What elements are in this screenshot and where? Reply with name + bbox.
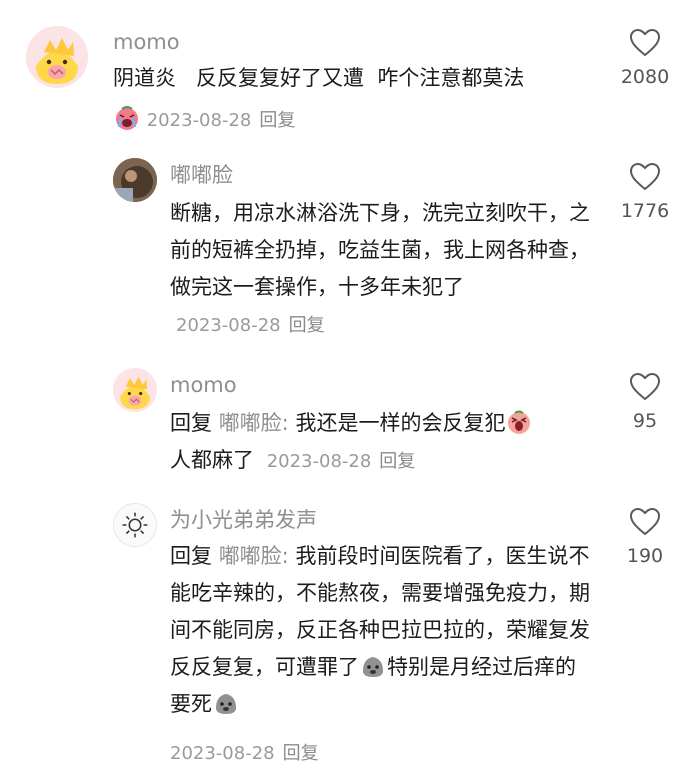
reply-prefix: 回复	[170, 544, 212, 568]
comment-meta: 2023-08-28 回复	[267, 451, 416, 472]
username[interactable]: momo	[113, 28, 180, 56]
avatar[interactable]	[113, 503, 157, 547]
avatar[interactable]	[26, 26, 88, 88]
like-count: 1776	[620, 200, 670, 222]
comment-body: 人都麻了	[170, 448, 254, 472]
sun-avatar-icon	[114, 504, 156, 546]
reply-link[interactable]: 回复	[283, 743, 319, 764]
reply-link[interactable]: 回复	[379, 451, 415, 472]
reply-link[interactable]: 回复	[259, 110, 295, 131]
rock-face-emoji-icon	[213, 690, 239, 716]
like-count: 2080	[620, 66, 670, 88]
cartoon-avatar-icon	[26, 26, 88, 88]
comment-body: 我还是一样的会反复犯	[295, 411, 506, 435]
comment-meta: 2023-08-28 回复	[170, 739, 319, 765]
reply-target-user[interactable]: 嘟嘟脸:	[219, 411, 289, 435]
comment-body: 阴道炎 反反复复好了又遭 咋个注意都莫法	[113, 66, 525, 90]
reply-item: 为小光弟弟发声 回复 嘟嘟脸: 我前段时间医院看了，医生说不能吃辛辣的，不能熬夜…	[0, 495, 690, 778]
heart-icon	[629, 28, 661, 57]
rock-face-emoji-icon	[360, 653, 386, 679]
comment-date: 2023-08-28	[176, 315, 281, 336]
username[interactable]: momo	[170, 371, 237, 399]
comment-date: 2023-08-28	[146, 110, 252, 131]
comment-meta: 2023-08-28 回复	[113, 105, 295, 132]
like-count: 190	[626, 545, 664, 567]
avatar[interactable]	[113, 368, 157, 412]
cartoon-avatar-icon	[113, 368, 157, 412]
like-button[interactable]: 2080	[610, 28, 680, 88]
heart-icon	[629, 162, 661, 191]
screaming-peach-emoji-icon	[506, 409, 532, 435]
like-button[interactable]: 1776	[610, 162, 680, 222]
like-button[interactable]: 95	[610, 372, 680, 432]
username[interactable]: 嘟嘟脸	[170, 161, 233, 189]
comment-date: 2023-08-28	[170, 743, 275, 764]
comment-body: 断糖，用凉水淋浴洗下身，洗完立刻吹干，之前的短裤全扔掉，吃益生菌，我上网各种查，…	[170, 201, 590, 299]
reply-link[interactable]: 回复	[289, 315, 325, 336]
heart-icon	[629, 507, 661, 536]
avatar[interactable]	[113, 158, 157, 202]
crying-face-emoji-icon	[114, 105, 140, 131]
comment-text: 断糖，用凉水淋浴洗下身，洗完立刻吹干，之前的短裤全扔掉，吃益生菌，我上网各种查，…	[170, 195, 590, 344]
comment-text: 回复 嘟嘟脸: 我前段时间医院看了，医生说不能吃辛辣的，不能熬夜，需要增强免疫力…	[170, 538, 590, 723]
comment-text: 回复 嘟嘟脸: 我还是一样的会反复犯 人都麻了 2023-08-28 回复	[170, 405, 600, 480]
reply-item: 嘟嘟脸 断糖，用凉水淋浴洗下身，洗完立刻吹干，之前的短裤全扔掉，吃益生菌，我上网…	[0, 150, 690, 360]
username[interactable]: 为小光弟弟发声	[170, 506, 317, 534]
comment-meta: 2023-08-28 回复	[176, 315, 325, 336]
like-count: 95	[632, 410, 658, 432]
comment-text: 阴道炎 反反复复好了又遭 咋个注意都莫法	[113, 60, 603, 97]
reply-prefix: 回复	[170, 411, 212, 435]
comment-item: momo 阴道炎 反反复复好了又遭 咋个注意都莫法 2023-08-28 回复 2…	[0, 0, 690, 150]
reply-item: momo 回复 嘟嘟脸: 我还是一样的会反复犯 人都麻了 2023-08-28 回…	[0, 360, 690, 495]
reply-target-user[interactable]: 嘟嘟脸:	[219, 544, 289, 568]
comment-date: 2023-08-28	[266, 451, 372, 472]
like-button[interactable]: 190	[610, 507, 680, 567]
heart-icon	[629, 372, 661, 401]
photo-avatar-icon	[113, 158, 157, 202]
